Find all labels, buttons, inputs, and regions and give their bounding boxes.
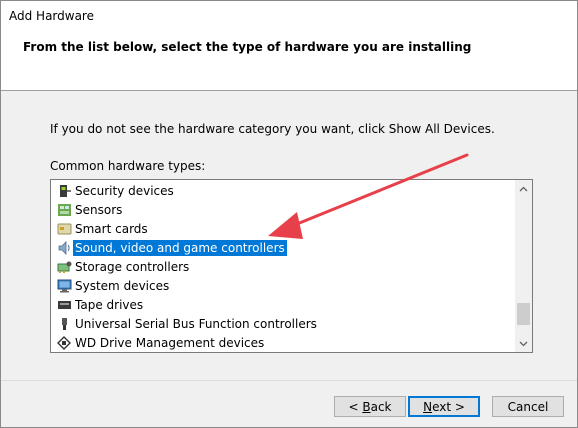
- dialog-header: Add Hardware From the list below, select…: [1, 1, 577, 91]
- list-item-system-devices[interactable]: System devices: [53, 277, 493, 295]
- wd-drive-icon: [57, 336, 71, 350]
- add-hardware-dialog: Add Hardware From the list below, select…: [0, 0, 578, 428]
- page-subtitle: From the list below, select the type of …: [23, 40, 472, 54]
- list-item-label: WD Drive Management devices: [75, 336, 265, 350]
- back-button-label-rest: ack: [370, 399, 392, 414]
- chevron-up-icon: [519, 186, 528, 191]
- list-item-label: Universal Serial Bus Function controller…: [75, 317, 317, 331]
- list-item-storage-controllers[interactable]: Storage controllers: [53, 258, 493, 276]
- back-button-access-key: B: [362, 399, 371, 414]
- list-item-security-devices[interactable]: Security devices: [53, 182, 493, 200]
- scrollbar-thumb[interactable]: [517, 303, 530, 325]
- security-devices-icon: [60, 185, 71, 197]
- smart-card-icon: [57, 223, 72, 235]
- sensors-icon: [58, 204, 71, 216]
- list-item-label: Smart cards: [75, 222, 148, 236]
- hardware-types-label: Common hardware types:: [50, 159, 206, 173]
- list-item-label: System devices: [75, 279, 170, 293]
- cancel-button[interactable]: Cancel: [492, 396, 564, 417]
- vertical-scrollbar[interactable]: [515, 180, 532, 352]
- footer-divider: [1, 380, 577, 381]
- speaker-icon: [58, 241, 70, 255]
- back-button[interactable]: < Back: [334, 396, 406, 417]
- scroll-up-button[interactable]: [515, 180, 532, 197]
- list-item-usb-function-controllers[interactable]: Universal Serial Bus Function controller…: [53, 315, 493, 333]
- usb-icon: [62, 318, 67, 330]
- window-title: Add Hardware: [9, 9, 94, 23]
- list-item-sensors[interactable]: Sensors: [53, 201, 493, 219]
- storage-controller-icon: [57, 261, 72, 273]
- next-button-label-rest: ext >: [432, 399, 465, 414]
- list-item-label: Sound, video and game controllers: [73, 240, 287, 256]
- list-item-label: Sensors: [75, 203, 123, 217]
- next-button-access-key: N: [423, 399, 433, 414]
- tape-drive-icon: [58, 301, 71, 309]
- back-button-prefix: <: [348, 399, 363, 414]
- list-item-smart-cards[interactable]: Smart cards: [53, 220, 493, 238]
- hardware-types-list: Security devices Sensors Smart cards Sou…: [51, 180, 513, 352]
- list-item-label: Tape drives: [75, 298, 144, 312]
- list-item-sound-video-game[interactable]: Sound, video and game controllers: [53, 239, 493, 257]
- list-item-wd-drive-management[interactable]: WD Drive Management devices: [53, 334, 493, 352]
- scroll-down-button[interactable]: [515, 335, 532, 352]
- system-devices-icon: [57, 279, 72, 293]
- instruction-text: If you do not see the hardware category …: [50, 122, 495, 136]
- hardware-types-listbox[interactable]: Security devices Sensors Smart cards Sou…: [50, 179, 533, 353]
- list-item-label: Security devices: [75, 184, 174, 198]
- next-button[interactable]: Next >: [408, 396, 480, 417]
- list-item-tape-drives[interactable]: Tape drives: [53, 296, 493, 314]
- chevron-down-icon: [519, 341, 528, 346]
- list-item-label: Storage controllers: [75, 260, 190, 274]
